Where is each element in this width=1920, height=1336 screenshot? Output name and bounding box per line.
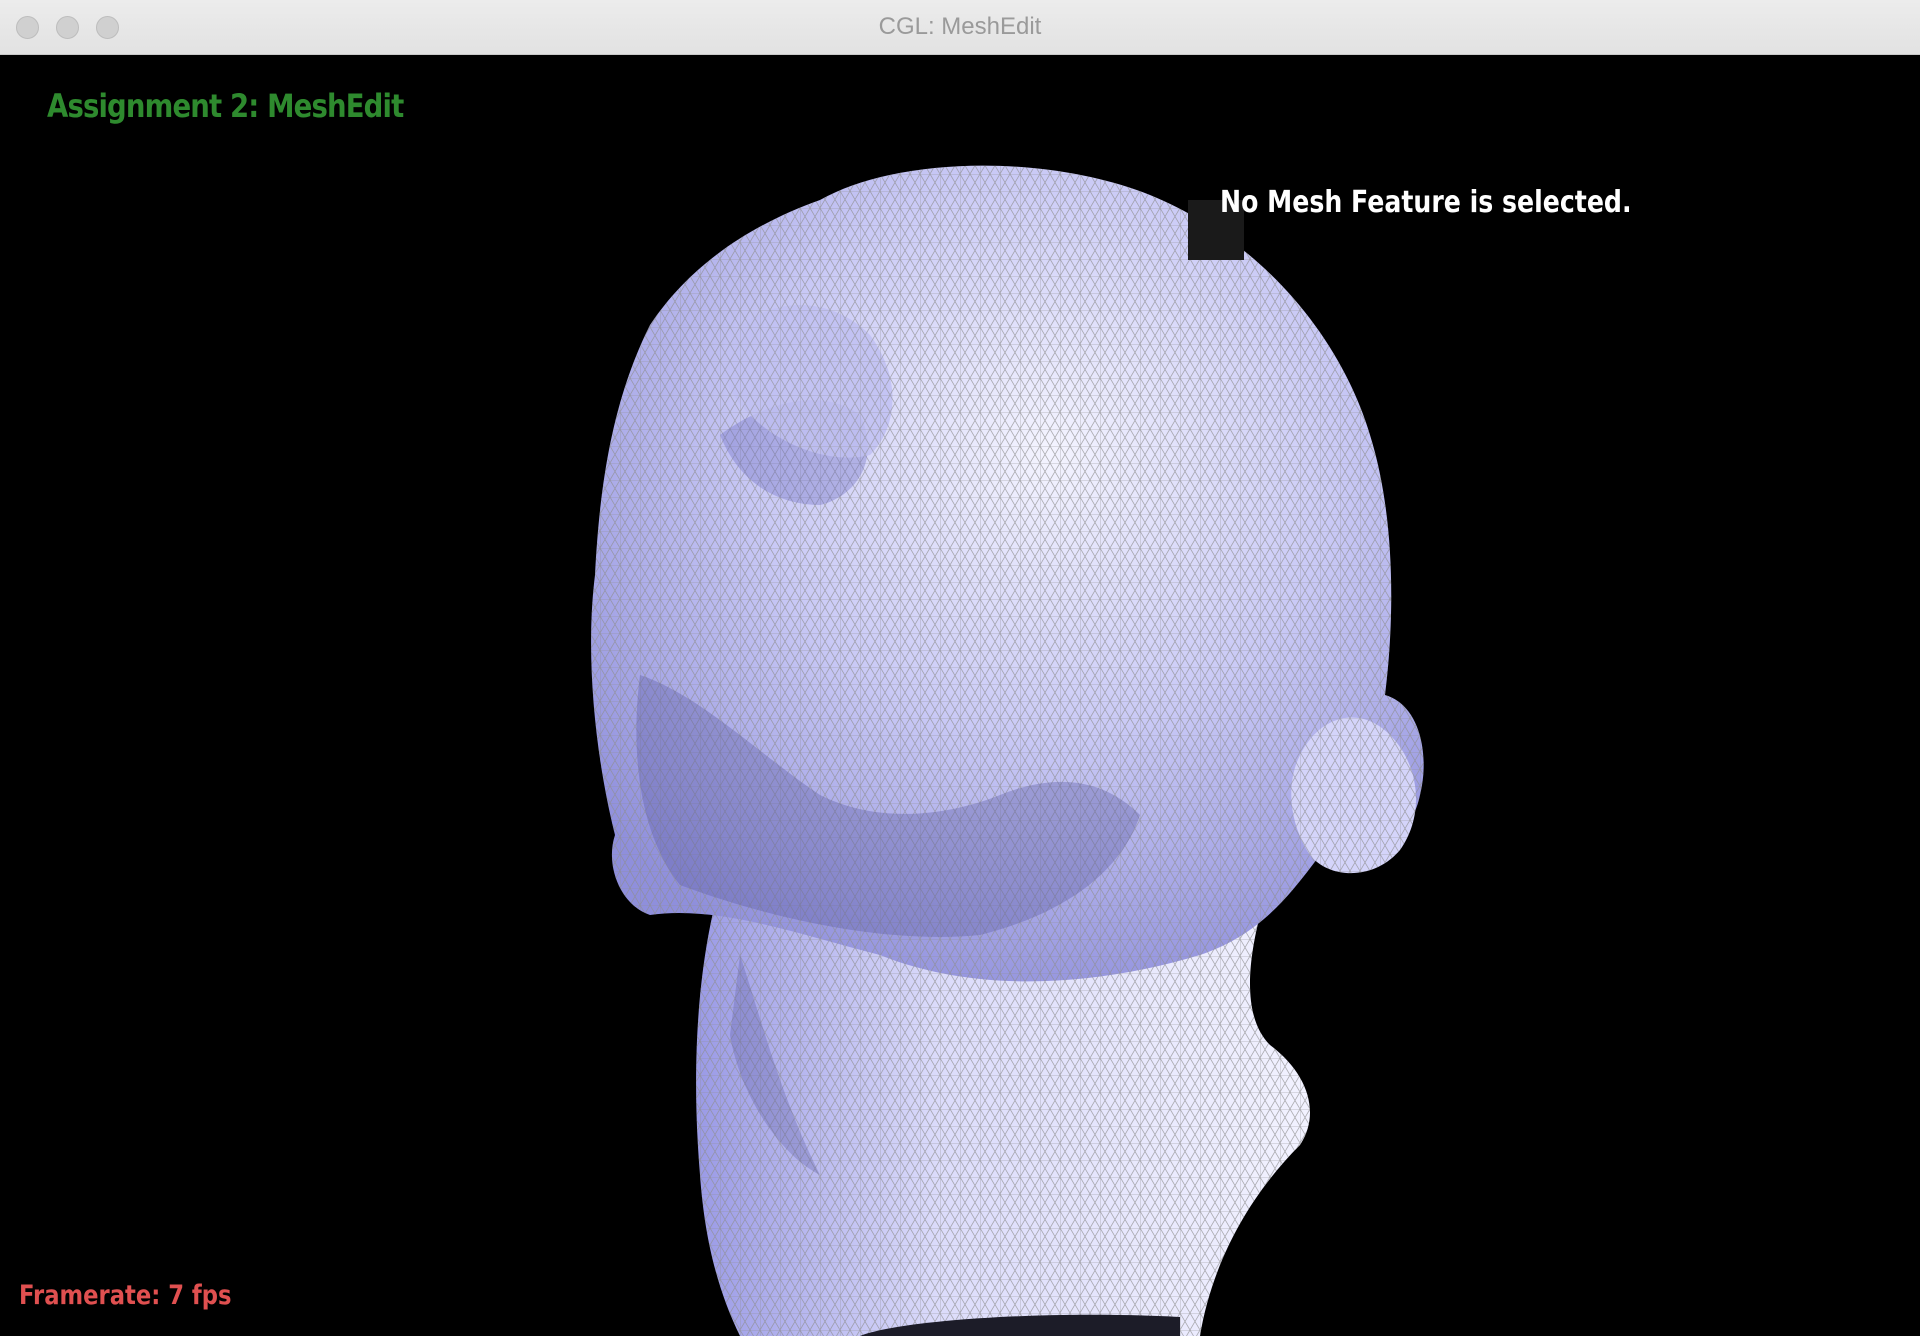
mesh-render[interactable]: [0, 55, 1920, 1336]
app-window: CGL: MeshEdit Assignment 2: MeshEdit No …: [0, 0, 1920, 1336]
selection-status: No Mesh Feature is selected.: [1220, 185, 1632, 220]
app-heading: Assignment 2: MeshEdit: [47, 87, 404, 125]
framerate-readout: Framerate: 7 fps: [19, 1280, 232, 1311]
mesh-viewport[interactable]: Assignment 2: MeshEdit No Mesh Feature i…: [0, 55, 1920, 1336]
title-bar: CGL: MeshEdit: [0, 0, 1920, 55]
window-title: CGL: MeshEdit: [878, 13, 1042, 40]
